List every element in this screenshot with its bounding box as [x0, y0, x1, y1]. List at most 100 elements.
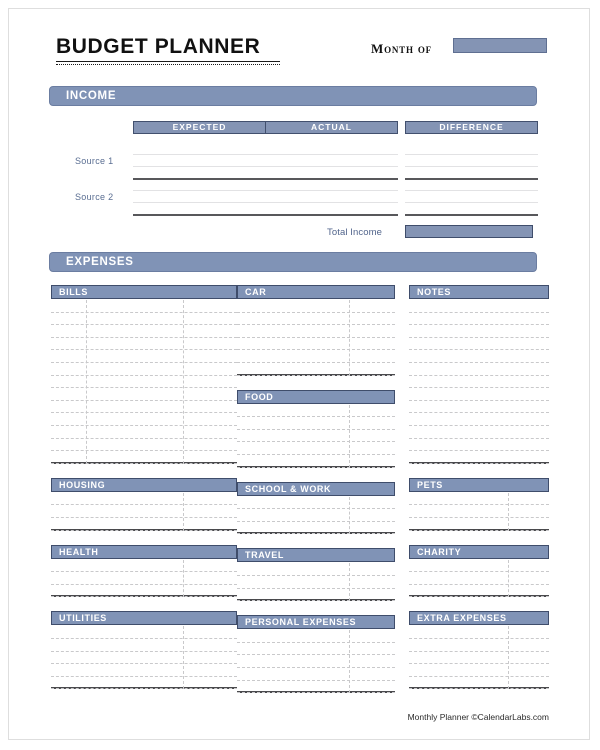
expense-entry-row[interactable] [51, 401, 237, 414]
expense-entry-row[interactable] [409, 664, 549, 677]
expense-entry-row[interactable] [409, 426, 549, 439]
expense-entry-row[interactable] [51, 518, 237, 531]
month-of-label: Month of [371, 41, 432, 56]
expense-entry-row[interactable] [409, 652, 549, 665]
expense-entry-row[interactable] [51, 652, 237, 665]
expense-entry-area[interactable] [237, 404, 395, 468]
expense-entry-area[interactable] [51, 626, 237, 690]
expense-entry-row[interactable] [51, 585, 237, 598]
expense-entry-row[interactable] [51, 376, 237, 389]
expense-entry-row[interactable] [237, 405, 395, 418]
expense-entry-row[interactable] [409, 505, 549, 518]
expense-entry-row[interactable] [237, 338, 395, 351]
expense-entry-row[interactable] [51, 677, 237, 690]
write-line [265, 191, 398, 203]
income-entry-field[interactable] [405, 179, 538, 216]
expense-entry-row[interactable] [51, 350, 237, 363]
expense-entry-row[interactable] [409, 439, 549, 452]
expense-entry-row[interactable] [409, 363, 549, 376]
expense-entry-row[interactable] [237, 325, 395, 338]
expense-entry-row[interactable] [237, 522, 395, 535]
expense-entry-row[interactable] [409, 493, 549, 506]
expense-block-title: SCHOOL & WORK [237, 481, 395, 496]
expense-entry-row[interactable] [51, 639, 237, 652]
expense-entry-row[interactable] [51, 451, 237, 464]
month-input[interactable] [453, 38, 547, 53]
expense-entry-row[interactable] [237, 681, 395, 694]
expense-entry-area[interactable] [51, 300, 237, 464]
expense-entry-row[interactable] [51, 363, 237, 376]
expense-entry-row[interactable] [51, 313, 237, 326]
income-entry-field[interactable] [133, 143, 266, 180]
expense-entry-row[interactable] [51, 505, 237, 518]
expense-entry-row[interactable] [51, 325, 237, 338]
expense-entry-row[interactable] [409, 639, 549, 652]
expense-entry-row[interactable] [409, 376, 549, 389]
expense-entry-row[interactable] [51, 664, 237, 677]
expense-entry-row[interactable] [237, 630, 395, 643]
expense-entry-row[interactable] [51, 388, 237, 401]
expense-entry-row[interactable] [237, 363, 395, 376]
expense-block-title: PETS [409, 477, 549, 492]
income-entry-field[interactable] [133, 179, 266, 216]
expense-entry-area[interactable] [51, 559, 237, 598]
expense-entry-row[interactable] [237, 509, 395, 522]
expense-entry-row[interactable] [237, 668, 395, 681]
expense-entry-row[interactable] [409, 677, 549, 690]
total-income-value[interactable] [405, 225, 533, 238]
income-entry-field[interactable] [265, 179, 398, 216]
income-entry-field[interactable] [405, 143, 538, 180]
expense-entry-area[interactable] [409, 626, 549, 690]
expense-entry-area[interactable] [237, 630, 395, 694]
expense-entry-area[interactable] [237, 563, 395, 602]
expense-entry-row[interactable] [51, 572, 237, 585]
column-divider [349, 496, 350, 535]
expense-entry-row[interactable] [51, 413, 237, 426]
expense-entry-row[interactable] [409, 560, 549, 573]
expense-entry-area[interactable] [51, 492, 237, 531]
expense-entry-row[interactable] [237, 300, 395, 313]
expense-entry-row[interactable] [409, 572, 549, 585]
expense-entry-row[interactable] [237, 430, 395, 443]
expense-entry-row[interactable] [237, 589, 395, 602]
expense-entry-row[interactable] [409, 626, 549, 639]
expense-entry-row[interactable] [409, 300, 549, 313]
expense-entry-row[interactable] [237, 563, 395, 576]
expense-entry-row[interactable] [409, 350, 549, 363]
expense-entry-row[interactable] [409, 313, 549, 326]
expense-entry-row[interactable] [237, 497, 395, 510]
expense-entry-row[interactable] [237, 643, 395, 656]
expense-entry-row[interactable] [237, 442, 395, 455]
expense-entry-row[interactable] [409, 413, 549, 426]
expense-entry-row[interactable] [409, 388, 549, 401]
expense-entry-row[interactable] [51, 560, 237, 573]
footer-credit: Monthly Planner ©CalendarLabs.com [407, 712, 549, 722]
expense-entry-area[interactable] [409, 559, 549, 598]
expense-entry-row[interactable] [409, 325, 549, 338]
expense-entry-row[interactable] [51, 426, 237, 439]
expense-entry-area[interactable] [237, 496, 395, 535]
expense-entry-row[interactable] [409, 451, 549, 464]
expense-entry-row[interactable] [51, 439, 237, 452]
expense-entry-row[interactable] [409, 401, 549, 414]
total-income-label: Total Income [327, 227, 383, 238]
expense-entry-row[interactable] [51, 338, 237, 351]
expense-entry-row[interactable] [237, 417, 395, 430]
expense-entry-row[interactable] [237, 350, 395, 363]
column-divider [508, 626, 509, 690]
expense-entry-area[interactable] [409, 492, 549, 531]
expense-entry-row[interactable] [409, 585, 549, 598]
expense-entry-area[interactable] [237, 300, 395, 376]
expense-entry-row[interactable] [51, 626, 237, 639]
expense-entry-row[interactable] [237, 313, 395, 326]
expense-entry-area[interactable] [409, 300, 549, 464]
income-entry-field[interactable] [265, 143, 398, 180]
expense-entry-row[interactable] [237, 655, 395, 668]
expense-entry-row[interactable] [51, 300, 237, 313]
income-banner: INCOME [49, 86, 537, 106]
expense-entry-row[interactable] [237, 576, 395, 589]
expense-entry-row[interactable] [237, 455, 395, 468]
expense-entry-row[interactable] [51, 493, 237, 506]
expense-entry-row[interactable] [409, 338, 549, 351]
expense-entry-row[interactable] [409, 518, 549, 531]
